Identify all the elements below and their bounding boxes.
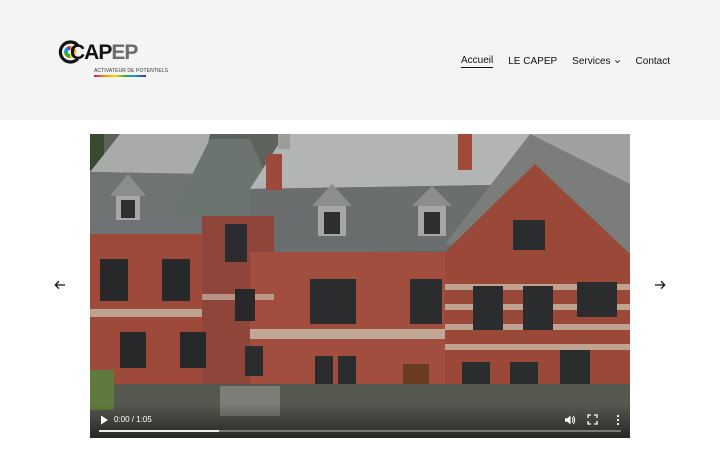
nav-label-contact: Contact (635, 55, 670, 67)
logo-wordmark: CAPEP (70, 41, 138, 65)
logo-wordmark-main: CAP (70, 41, 112, 64)
nav-item-accueil[interactable]: Accueil (461, 54, 494, 68)
logo-tagline: ACTIVATEUR DE POTENTIELS (94, 68, 169, 74)
fullscreen-icon[interactable] (587, 414, 598, 425)
main-navigation: Accueil LE CAPEP Services Contact (461, 53, 670, 69)
video-frame-building-image (90, 134, 630, 438)
logo-rainbow-stripe (94, 75, 146, 77)
chevron-down-icon (614, 59, 620, 63)
logo-wordmark-end: EP (111, 41, 138, 64)
nav-label-services: Services (572, 55, 611, 67)
nav-item-services[interactable]: Services (572, 56, 620, 67)
arrow-right-icon[interactable] (654, 280, 666, 290)
volume-icon[interactable] (564, 414, 576, 426)
nav-label-le-capep: LE CAPEP (508, 55, 558, 67)
video-player[interactable]: 0:00 / 1:05 (90, 134, 630, 438)
nav-item-le-capep[interactable]: LE CAPEP (508, 56, 557, 67)
video-buffer-fill (99, 430, 220, 432)
nav-label-accueil: Accueil (461, 54, 494, 68)
arrow-left-icon[interactable] (54, 280, 66, 290)
site-header: CAPEP ACTIVATEUR DE POTENTIELS Accueil L… (0, 0, 720, 120)
more-options-icon[interactable] (616, 414, 620, 426)
play-icon[interactable] (99, 414, 109, 426)
video-progress-track[interactable] (99, 430, 621, 432)
video-controls-bar: 0:00 / 1:05 (90, 404, 630, 438)
video-time-display: 0:00 / 1:05 (114, 415, 152, 424)
capep-logo[interactable]: CAPEP ACTIVATEUR DE POTENTIELS (58, 38, 168, 82)
nav-item-contact[interactable]: Contact (636, 56, 670, 67)
